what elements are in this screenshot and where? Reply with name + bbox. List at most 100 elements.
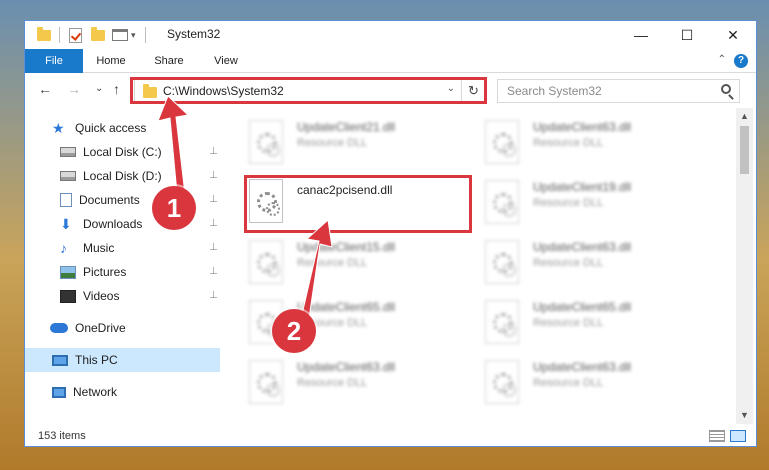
up-arrow-icon[interactable]: ↑ (113, 81, 120, 97)
dll-file-icon (249, 360, 283, 404)
dll-file-icon (485, 180, 519, 224)
computer-icon (52, 354, 68, 366)
search-input[interactable]: Search System32 (497, 79, 740, 103)
sidebar-item-label: Local Disk (D:) (83, 169, 162, 183)
sidebar-item-label: Videos (83, 289, 120, 303)
file-type: Resource DLL (297, 377, 368, 389)
window-title: System32 (167, 27, 221, 41)
properties-check-icon[interactable] (69, 25, 82, 45)
folder-icon (37, 25, 51, 45)
file-name: UpdateClient19.dll (533, 180, 632, 194)
file-item[interactable]: UpdateClient63.dll Resource DLL (485, 116, 715, 172)
dll-file-icon (485, 240, 519, 284)
navigation-pane: ★ Quick access Local Disk (C:) ⊥ Local D… (25, 108, 220, 424)
tab-share[interactable]: Share (144, 49, 194, 73)
tab-home[interactable]: Home (87, 49, 135, 73)
file-item[interactable]: UpdateClient15.dll Resource DLL (249, 236, 479, 292)
scroll-down-icon[interactable]: ▼ (736, 407, 753, 424)
disk-icon (60, 147, 76, 157)
sidebar-item-onedrive[interactable]: OneDrive (25, 316, 220, 340)
step-badge-2: 2 (272, 309, 316, 353)
sidebar-item-quick-access[interactable]: ★ Quick access (25, 116, 220, 140)
recent-locations-chevron-icon[interactable]: ⌄ (95, 83, 103, 94)
back-arrow-icon[interactable]: ← (38, 81, 52, 97)
pin-icon[interactable]: ⊥ (209, 290, 218, 301)
pin-icon[interactable]: ⊥ (209, 194, 218, 205)
sidebar-item-local-disk-d[interactable]: Local Disk (D:) ⊥ (25, 164, 220, 188)
address-bar-highlight (130, 77, 487, 104)
status-bar: 153 items (25, 424, 756, 446)
sidebar-item-local-disk-c[interactable]: Local Disk (C:) ⊥ (25, 140, 220, 164)
dll-file-icon (249, 240, 283, 284)
documents-icon (60, 193, 72, 207)
disk-icon (60, 171, 76, 181)
file-item[interactable]: UpdateClient63.dll Resource DLL (485, 356, 715, 412)
maximize-button[interactable]: ☐ (664, 21, 710, 49)
star-icon: ★ (52, 119, 65, 136)
file-item[interactable]: UpdateClient21.dll Resource DLL (249, 116, 479, 172)
file-type: Resource DLL (533, 377, 604, 389)
file-name: UpdateClient63.dll (533, 360, 632, 374)
vertical-scrollbar[interactable]: ▲ ▼ (736, 108, 753, 424)
search-icon[interactable] (721, 84, 731, 94)
sidebar-item-label: Quick access (75, 121, 147, 135)
sidebar-item-label: This PC (75, 353, 118, 367)
ribbon-tabs: File Home Share View ⌃ ? (25, 49, 756, 73)
details-view-icon[interactable] (709, 430, 725, 442)
sidebar-item-pictures[interactable]: Pictures ⊥ (25, 260, 220, 284)
tab-view[interactable]: View (204, 49, 248, 73)
tab-file[interactable]: File (25, 49, 83, 73)
file-name: UpdateClient63.dll (297, 360, 396, 374)
network-icon (52, 386, 66, 398)
music-icon: ♪ (60, 239, 67, 256)
large-icons-view-icon[interactable] (730, 430, 746, 442)
file-name: UpdateClient63.dll (533, 240, 632, 254)
forward-arrow-icon[interactable]: → (67, 81, 81, 97)
file-item[interactable]: UpdateClient63.dll Resource DLL (485, 236, 715, 292)
file-type: Resource DLL (533, 257, 604, 269)
file-item[interactable]: UpdateClient19.dll Resource DLL (485, 176, 715, 232)
sep-2 (145, 25, 146, 45)
dll-file-icon (485, 120, 519, 164)
download-icon: ⬇ (60, 215, 72, 232)
file-item[interactable]: UpdateClient65.dll Resource DLL (485, 296, 715, 352)
file-item[interactable]: UpdateClient63.dll Resource DLL (249, 356, 479, 412)
file-list: UpdateClient21.dll Resource DLL canac2pc… (222, 108, 736, 424)
scroll-up-icon[interactable]: ▲ (736, 108, 753, 125)
sep-1 (59, 25, 60, 45)
pin-icon[interactable]: ⊥ (209, 146, 218, 157)
close-button[interactable]: ✕ (710, 21, 756, 49)
scroll-thumb[interactable] (740, 126, 749, 174)
file-type: Resource DLL (533, 197, 604, 209)
dll-file-icon (249, 120, 283, 164)
sidebar-item-label: Network (73, 385, 118, 399)
customize-toolbar-chevron-icon[interactable]: ▾ (131, 25, 136, 45)
pin-icon[interactable]: ⊥ (209, 218, 218, 229)
new-folder-icon[interactable] (91, 25, 105, 45)
item-count: 153 items (38, 430, 86, 442)
sidebar-item-videos[interactable]: Videos ⊥ (25, 284, 220, 308)
pictures-icon (60, 265, 76, 279)
sidebar-item-network[interactable]: Network (25, 380, 220, 404)
help-icon[interactable]: ? (734, 54, 748, 68)
sidebar-item-music[interactable]: ♪ Music ⊥ (25, 236, 220, 260)
pin-icon[interactable]: ⊥ (209, 266, 218, 277)
properties-icon[interactable] (112, 25, 128, 45)
file-highlight (244, 175, 472, 233)
sidebar-item-label: Documents (79, 193, 140, 207)
sidebar-item-label: Downloads (83, 217, 143, 231)
step-badge-1: 1 (152, 186, 196, 230)
videos-icon (60, 289, 76, 303)
dll-file-icon (485, 360, 519, 404)
pin-icon[interactable]: ⊥ (209, 170, 218, 181)
title-bar: ▾ System32 — ☐ ✕ (25, 21, 756, 49)
file-name: UpdateClient65.dll (533, 300, 632, 314)
minimize-button[interactable]: — (618, 21, 664, 49)
file-name: UpdateClient63.dll (533, 120, 632, 134)
file-type: Resource DLL (297, 137, 368, 149)
file-type: Resource DLL (533, 317, 604, 329)
sidebar-item-this-pc[interactable]: This PC (25, 348, 220, 372)
sidebar-item-label: Local Disk (C:) (83, 145, 162, 159)
pin-icon[interactable]: ⊥ (209, 242, 218, 253)
ribbon-collapse-chevron-icon[interactable]: ⌃ (718, 54, 726, 65)
